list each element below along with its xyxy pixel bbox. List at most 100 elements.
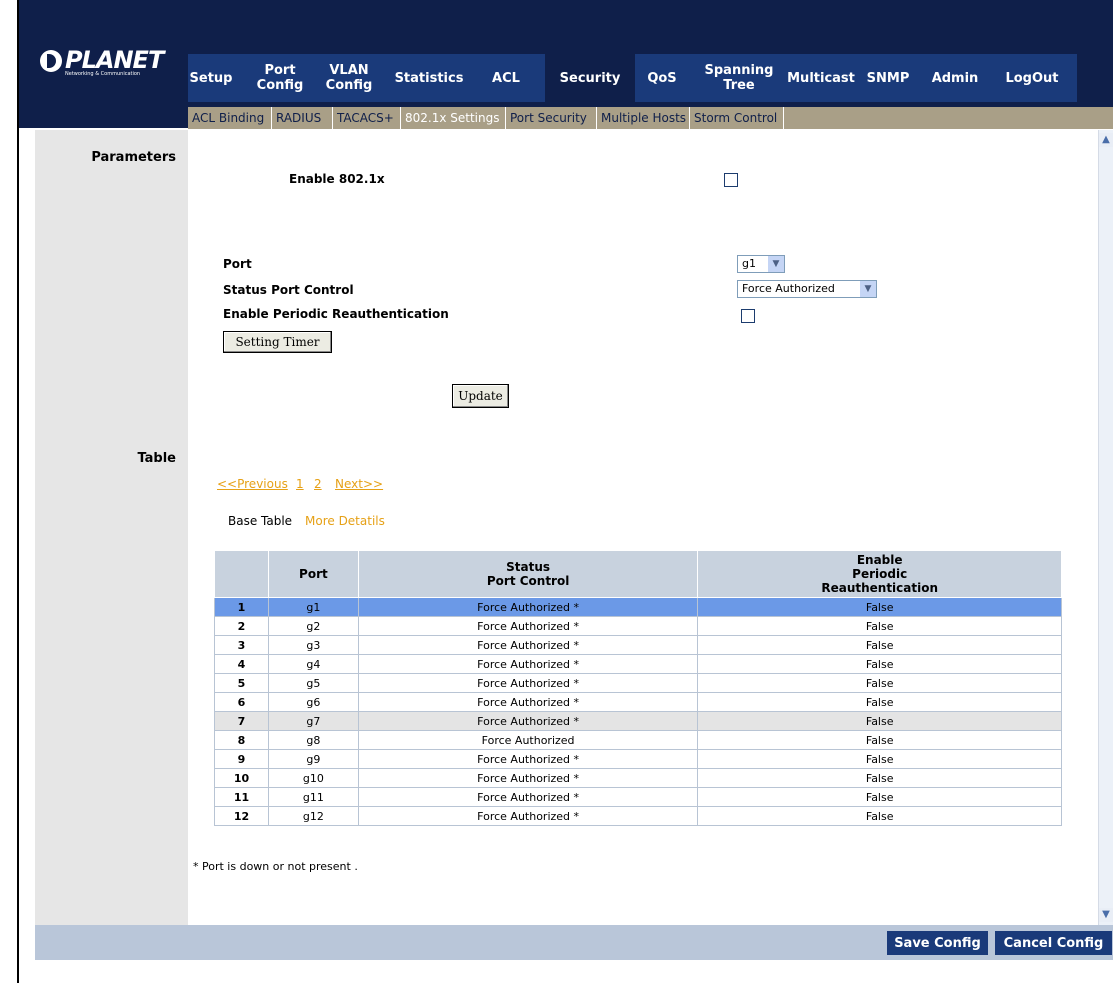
row-port: g4: [267, 654, 359, 674]
row-periodic: False: [697, 692, 1062, 712]
pager-page-2[interactable]: 2: [314, 477, 322, 491]
subnav-tacacs[interactable]: TACACS+: [333, 107, 401, 129]
nav-spanning-tree[interactable]: Spanning Tree: [697, 54, 781, 102]
row-index: 5: [214, 673, 269, 693]
update-button[interactable]: Update: [452, 384, 509, 408]
brand-name: PLANET: [65, 46, 164, 74]
header-index: [214, 550, 269, 598]
status-port-control-select[interactable]: Force Authorized ▼: [737, 280, 877, 298]
port-select[interactable]: g1 ▼: [737, 255, 785, 273]
nav-statistics[interactable]: Statistics: [388, 54, 470, 102]
row-port: g8: [267, 730, 359, 750]
row-index: 12: [214, 806, 269, 826]
save-config-button[interactable]: Save Config: [887, 931, 988, 955]
row-index: 10: [214, 768, 269, 788]
planet-logo-icon: [40, 50, 62, 72]
table-row[interactable]: 7 g7 Force Authorized * False: [214, 711, 1062, 731]
table-row[interactable]: 9 g9 Force Authorized * False: [214, 749, 1062, 769]
row-status: Force Authorized *: [357, 692, 699, 712]
nav-port-config[interactable]: Port Config: [254, 54, 306, 102]
table-row[interactable]: 4 g4 Force Authorized * False: [214, 654, 1062, 674]
nav-setup[interactable]: Setup: [188, 54, 234, 102]
row-index: 4: [214, 654, 269, 674]
table-row[interactable]: 6 g6 Force Authorized * False: [214, 692, 1062, 712]
row-index: 1: [214, 597, 269, 617]
table-row[interactable]: 2 g2 Force Authorized * False: [214, 616, 1062, 636]
nav-logout[interactable]: LogOut: [1002, 54, 1062, 102]
planet-logo: PLANET Networking & Communication: [40, 46, 168, 90]
row-port: g6: [267, 692, 359, 712]
row-index: 2: [214, 616, 269, 636]
enable-8021x-checkbox[interactable]: [724, 173, 738, 187]
row-status: Force Authorized *: [357, 768, 699, 788]
scroll-down-icon[interactable]: ▼: [1099, 908, 1113, 922]
header-periodic-reauth: Enable Periodic Reauthentication: [697, 550, 1062, 598]
pager-next[interactable]: Next>>: [335, 477, 383, 491]
subnav-acl-binding[interactable]: ACL Binding: [188, 107, 272, 129]
row-status: Force Authorized: [357, 730, 699, 750]
row-status: Force Authorized *: [357, 616, 699, 636]
header-enable-line3: Reauthentication: [821, 581, 939, 595]
main-nav: Setup Port Config VLAN Config Statistics…: [188, 54, 1077, 102]
nav-vlan-config[interactable]: VLAN Config: [323, 54, 375, 102]
subnav-storm-control[interactable]: Storm Control: [690, 107, 784, 129]
row-index: 9: [214, 749, 269, 769]
sub-nav: ACL Binding RADIUS TACACS+ 802.1x Settin…: [188, 107, 1113, 129]
left-panel: Parameters Table: [35, 130, 188, 925]
base-table-link[interactable]: Base Table: [228, 514, 292, 528]
port-8021x-table: Port Status Port Control Enable Periodic…: [214, 550, 1062, 826]
row-periodic: False: [697, 654, 1062, 674]
brand-tagline: Networking & Communication: [65, 71, 141, 77]
table-header-row: Port Status Port Control Enable Periodic…: [214, 550, 1062, 598]
more-details-link[interactable]: More Detatils: [305, 514, 385, 528]
table-row[interactable]: 5 g5 Force Authorized * False: [214, 673, 1062, 693]
row-status: Force Authorized *: [357, 597, 699, 617]
row-port: g7: [267, 711, 359, 731]
subnav-radius[interactable]: RADIUS: [272, 107, 333, 129]
row-periodic: False: [697, 597, 1062, 617]
table-row[interactable]: 1 g1 Force Authorized * False: [214, 597, 1062, 617]
row-index: 3: [214, 635, 269, 655]
pager-previous[interactable]: <<Previous: [217, 477, 288, 491]
nav-acl[interactable]: ACL: [484, 54, 528, 102]
nav-admin[interactable]: Admin: [928, 54, 982, 102]
row-periodic: False: [697, 711, 1062, 731]
row-port: g12: [267, 806, 359, 826]
nav-qos[interactable]: QoS: [642, 54, 682, 102]
nav-security[interactable]: Security: [545, 54, 635, 102]
row-status: Force Authorized *: [357, 673, 699, 693]
enable-8021x-label: Enable 802.1x: [289, 172, 385, 186]
row-periodic: False: [697, 768, 1062, 788]
setting-timer-button[interactable]: Setting Timer: [223, 331, 332, 353]
row-status: Force Authorized *: [357, 711, 699, 731]
row-periodic: False: [697, 787, 1062, 807]
row-index: 8: [214, 730, 269, 750]
scroll-up-icon[interactable]: ▲: [1099, 133, 1113, 147]
nav-snmp[interactable]: SNMP: [863, 54, 913, 102]
pager-page-1[interactable]: 1: [296, 477, 304, 491]
row-status: Force Authorized *: [357, 654, 699, 674]
row-index: 7: [214, 711, 269, 731]
subnav-8021x-settings[interactable]: 802.1x Settings: [401, 107, 506, 129]
table-row[interactable]: 12 g12 Force Authorized * False: [214, 806, 1062, 826]
table-row[interactable]: 10 g10 Force Authorized * False: [214, 768, 1062, 788]
header-enable-line1: Enable: [856, 553, 903, 567]
subnav-multiple-hosts[interactable]: Multiple Hosts: [597, 107, 690, 129]
window-border: [17, 0, 19, 983]
row-port: g9: [267, 749, 359, 769]
nav-multicast[interactable]: Multicast: [785, 54, 857, 102]
row-periodic: False: [697, 749, 1062, 769]
table-row[interactable]: 3 g3 Force Authorized * False: [214, 635, 1062, 655]
chevron-down-icon: ▼: [860, 281, 876, 297]
cancel-config-button[interactable]: Cancel Config: [995, 931, 1112, 955]
periodic-reauth-checkbox[interactable]: [741, 309, 755, 323]
section-table-label: Table: [137, 451, 176, 466]
table-row[interactable]: 8 g8 Force Authorized False: [214, 730, 1062, 750]
port-select-value: g1: [742, 257, 756, 270]
table-row[interactable]: 11 g11 Force Authorized * False: [214, 787, 1062, 807]
vertical-scrollbar[interactable]: ▲ ▼: [1098, 130, 1113, 925]
subnav-port-security[interactable]: Port Security: [506, 107, 597, 129]
row-periodic: False: [697, 673, 1062, 693]
row-port: g1: [267, 597, 359, 617]
row-port: g2: [267, 616, 359, 636]
